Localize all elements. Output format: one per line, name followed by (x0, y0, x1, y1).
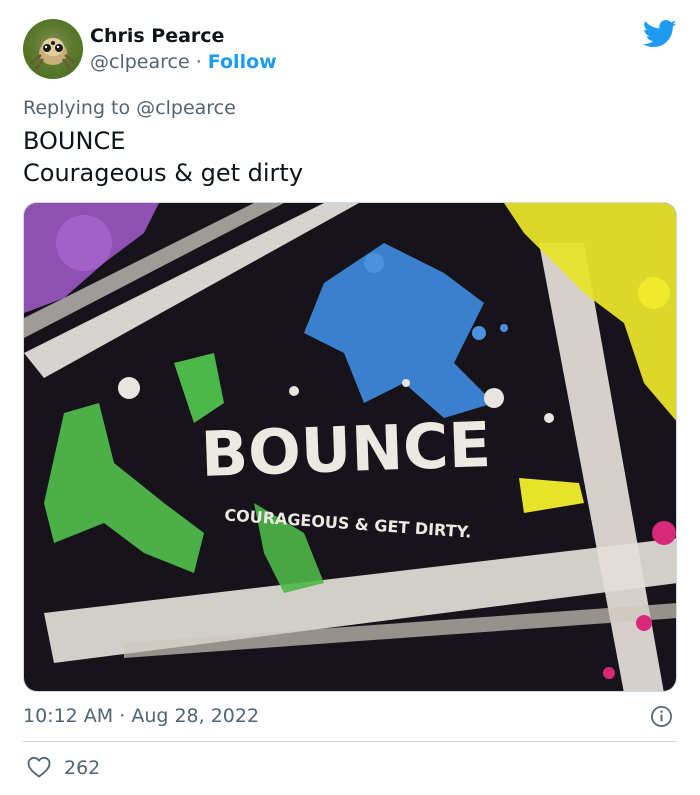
replying-to-line: Replying to @clpearce (23, 96, 236, 120)
avatar-spider-image (30, 38, 76, 72)
tweet-date: Aug 28, 2022 (131, 705, 260, 727)
media-title-text: BOUNCE (200, 408, 492, 491)
avatar[interactable] (23, 19, 83, 79)
tweet-text-line-1: BOUNCE (23, 127, 126, 155)
handle-separator: · (195, 51, 202, 73)
author-display-name[interactable]: Chris Pearce (90, 24, 224, 48)
replying-to-mention[interactable]: @clpearce (136, 97, 236, 119)
info-icon[interactable] (650, 705, 673, 728)
tweet-media-photo[interactable]: BOUNCE COURAGEOUS & GET DIRTY. (23, 202, 677, 692)
tweet-timestamp[interactable]: 10:12 AM · Aug 28, 2022 (23, 704, 259, 728)
heart-icon[interactable] (27, 756, 51, 778)
divider (23, 741, 677, 742)
tweet-text-line-2: Courageous & get dirty (23, 159, 304, 187)
author-handle-row: @clpearce · Follow (90, 50, 277, 74)
twitter-bird-icon[interactable] (643, 19, 677, 49)
replying-to-label: Replying to (23, 97, 131, 119)
tweet-text: BOUNCE Courageous & get dirty (23, 125, 303, 189)
tweet-time: 10:12 AM (23, 705, 114, 727)
follow-button[interactable]: Follow (208, 51, 277, 73)
timestamp-separator: · (119, 705, 126, 727)
bounce-bag-photo: BOUNCE COURAGEOUS & GET DIRTY. (24, 203, 676, 691)
like-count[interactable]: 262 (64, 756, 100, 780)
author-handle[interactable]: @clpearce (90, 51, 190, 73)
